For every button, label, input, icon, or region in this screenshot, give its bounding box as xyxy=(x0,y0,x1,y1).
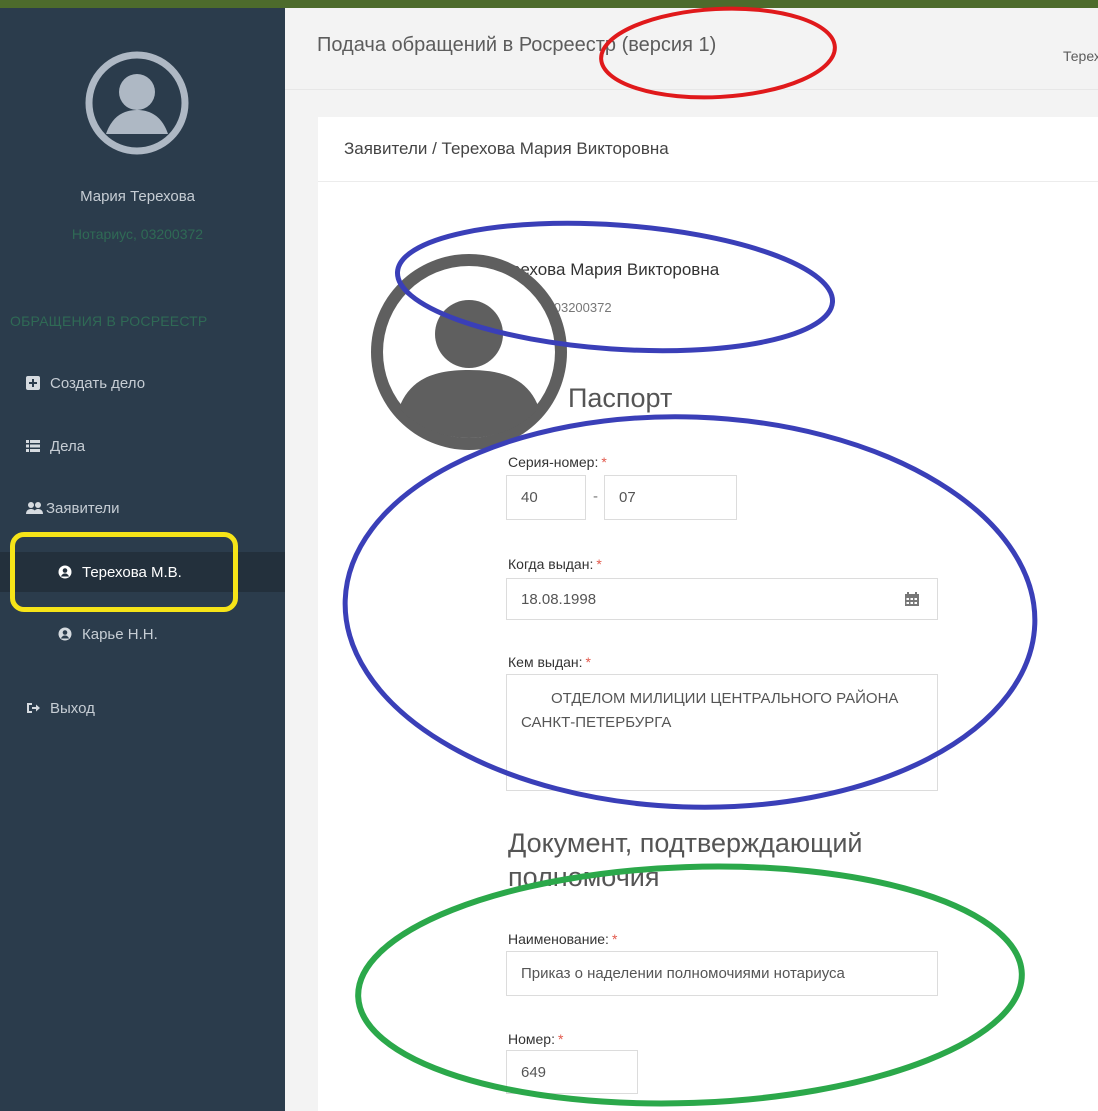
sidebar-item-cases[interactable]: Дела xyxy=(0,426,285,466)
sign-out-icon xyxy=(27,703,40,713)
users-icon xyxy=(26,502,43,514)
sidebar-item-label: Терехова М.В. xyxy=(82,563,182,581)
series-dash: - xyxy=(593,488,598,505)
user-circle-icon xyxy=(58,565,72,579)
doc-name-label: Наименование: * xyxy=(508,931,618,947)
user-avatar-icon xyxy=(85,51,189,155)
sidebar-item-applicants[interactable]: Заявители xyxy=(0,488,285,528)
sidebar-item-label: Выход xyxy=(50,699,95,717)
required-mark: * xyxy=(611,931,618,947)
header-user-link[interactable]: Терех xyxy=(1063,48,1098,64)
passport-number-input[interactable]: 07 xyxy=(604,475,737,520)
sidebar-item-label: Карье Н.Н. xyxy=(82,625,158,643)
plus-square-icon xyxy=(26,376,40,390)
authority-doc-heading: Документ, подтверждающий полномочия xyxy=(508,828,863,892)
sidebar-item-logout[interactable]: Выход xyxy=(0,688,285,728)
calendar-button[interactable] xyxy=(886,578,938,620)
breadcrumb: Заявители / Терехова Мария Викторовна xyxy=(344,139,669,158)
issued-by-label: Кем выдан: * xyxy=(508,654,591,670)
list-icon xyxy=(26,440,40,452)
profile-avatar-icon xyxy=(371,254,567,450)
sidebar-item-label: Дела xyxy=(50,437,86,455)
required-mark: * xyxy=(596,556,602,572)
passport-heading: Паспорт xyxy=(568,383,673,413)
doc-number-label: Номер: * xyxy=(508,1031,564,1047)
sidebar-item-label: Создать дело xyxy=(50,374,146,392)
sidebar-section-title: ОБРАЩЕНИЯ В РОСРЕЕСТР xyxy=(10,313,208,329)
top-header: Подача обращений в Росреестр (версия 1) … xyxy=(285,8,1098,90)
doc-name-input[interactable]: Приказ о наделении полномочиями нотариус… xyxy=(506,951,938,996)
issued-date-label: Когда выдан: * xyxy=(508,556,602,572)
user-circle-icon xyxy=(58,627,72,641)
doc-number-input[interactable]: 649 xyxy=(506,1050,638,1094)
issued-by-textarea[interactable]: ОТДЕЛОМ МИЛИЦИИ ЦЕНТРАЛЬНОГО РАЙОНА САНК… xyxy=(506,674,938,791)
sidebar-item-terekhova[interactable]: Терехова М.В. xyxy=(0,552,285,592)
series-number-label: Серия-номер: * xyxy=(508,454,607,470)
sidebar-item-karie[interactable]: Карье Н.Н. xyxy=(0,614,285,654)
sidebar-user-name: Мария Терехова xyxy=(80,188,195,205)
passport-series-input[interactable]: 40 xyxy=(506,475,586,520)
app-title: Подача обращений в Росреестр (версия 1) xyxy=(317,34,717,56)
required-mark: * xyxy=(601,454,607,470)
required-mark: * xyxy=(585,654,591,670)
sidebar-item-label: Заявители xyxy=(46,499,120,517)
issued-date-input[interactable]: 18.08.1998 xyxy=(506,578,887,620)
calendar-icon xyxy=(904,592,919,606)
breadcrumb-bar: Заявители / Терехова Мария Викторовна xyxy=(318,117,1098,182)
required-mark: * xyxy=(557,1031,564,1047)
sidebar-user-role: Нотариус, 03200372 xyxy=(71,226,204,242)
sidebar-item-create-case[interactable]: Создать дело xyxy=(0,363,285,403)
top-accent-strip xyxy=(0,0,1098,8)
